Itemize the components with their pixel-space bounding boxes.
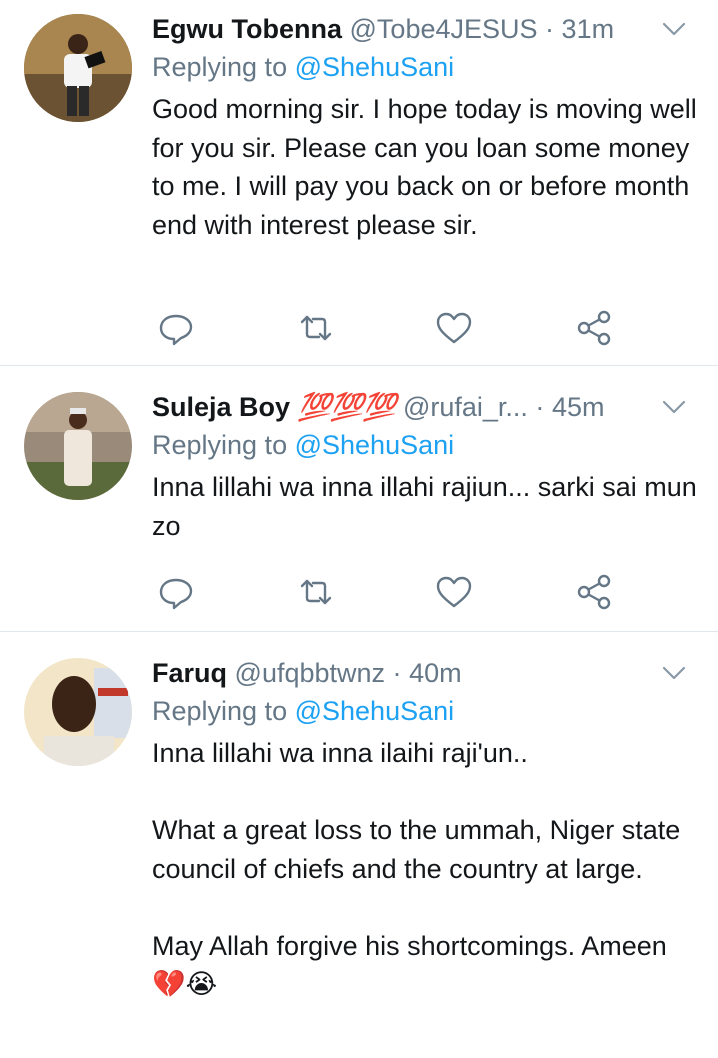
user-handle[interactable]: @Tobe4JESUS [350,14,538,44]
tweet-text: Inna lillahi wa inna illahi rajiun... sa… [152,472,705,541]
tweet-header: Egwu Tobenna @Tobe4JESUS · 31m [152,14,698,44]
separator: · [535,392,545,422]
timestamp[interactable]: 31m [562,14,615,44]
avatar[interactable] [24,14,132,122]
replying-to: Replying to @ShehuSani [152,428,698,462]
replying-to: Replying to @ShehuSani [152,50,698,84]
separator: · [392,658,402,688]
chevron-down-icon[interactable] [660,16,688,42]
tweet-actions [152,572,632,612]
replying-to-link[interactable]: @ShehuSani [295,52,455,82]
replying-to: Replying to @ShehuSani [152,694,698,728]
share-icon[interactable] [574,308,614,348]
replying-to-link[interactable]: @ShehuSani [295,696,455,726]
tweet-text: Inna lillahi wa inna ilaihi raji'un.. Wh… [152,738,681,999]
retweet-icon[interactable] [296,308,336,348]
tweet[interactable]: Egwu Tobenna @Tobe4JESUS · 31m Replying … [0,0,718,366]
name-emoji: 💯💯💯 [297,392,397,422]
retweet-icon[interactable] [296,572,336,612]
replying-label: Replying to [152,696,288,726]
reply-icon[interactable] [156,572,196,612]
user-handle[interactable]: @ufqbbtwnz [235,658,386,688]
avatar[interactable] [24,392,132,500]
like-icon[interactable] [434,572,474,612]
separator: · [545,14,555,44]
tweet-text: Good morning sir. I hope today is moving… [152,94,705,240]
timestamp[interactable]: 40m [409,658,462,688]
reply-icon[interactable] [156,308,196,348]
avatar[interactable] [24,658,132,766]
display-name[interactable]: Egwu Tobenna [152,14,342,44]
replying-to-link[interactable]: @ShehuSani [295,430,455,460]
user-handle[interactable]: @rufai_r... [403,392,528,422]
chevron-down-icon[interactable] [660,394,688,420]
tweet-actions [152,308,632,348]
share-icon[interactable] [574,572,614,612]
display-name[interactable]: Faruq [152,658,227,688]
tweet[interactable]: Suleja Boy 💯💯💯 @rufai_r... · 45m Replyin… [0,366,718,632]
display-name[interactable]: Suleja Boy [152,392,290,422]
tweet-header: Faruq @ufqbbtwnz · 40m [152,658,698,688]
timestamp[interactable]: 45m [552,392,605,422]
tweet[interactable]: Faruq @ufqbbtwnz · 40m Replying to @Sheh… [0,632,718,1058]
tweet-header: Suleja Boy 💯💯💯 @rufai_r... · 45m [152,392,698,422]
like-icon[interactable] [434,308,474,348]
replying-label: Replying to [152,52,288,82]
chevron-down-icon[interactable] [660,660,688,686]
replying-label: Replying to [152,430,288,460]
